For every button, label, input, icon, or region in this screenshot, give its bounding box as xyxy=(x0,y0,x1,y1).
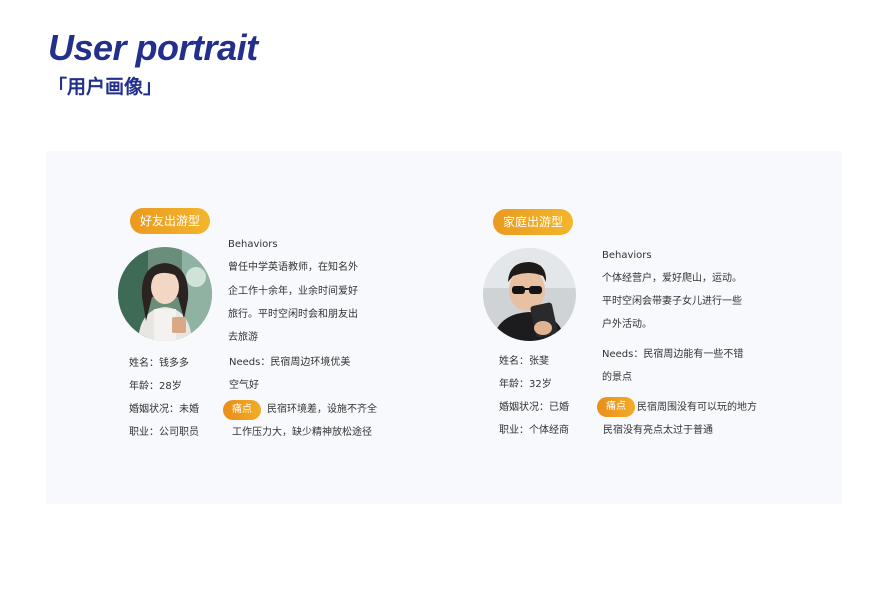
needs-line: Needs：民宿周边能有一些不错 xyxy=(602,349,744,360)
behaviors-line: 个体经营户，爱好爬山，运动。 xyxy=(602,273,742,284)
persona-age: 年龄：28岁 xyxy=(129,381,182,392)
page-title: User portrait xyxy=(48,27,258,68)
pain-point-badge: 痛点 xyxy=(597,397,635,417)
avatar xyxy=(483,248,576,341)
behaviors-line: 旅行。平时空闲时会和朋友出 xyxy=(228,309,358,320)
needs-line: Needs：民宿周边环境优美 xyxy=(229,357,351,368)
pain-point-badge: 痛点 xyxy=(223,400,261,420)
persona-age: 年龄：32岁 xyxy=(499,379,552,390)
behaviors-label: Behaviors xyxy=(228,239,278,250)
persona-tag: 好友出游型 xyxy=(130,208,211,234)
man-sunglasses-photo xyxy=(483,248,576,341)
persona-name: 姓名：张斐 xyxy=(499,356,549,367)
persona-job: 职业：个体经商 xyxy=(499,425,569,436)
persona-name: 姓名：钱多多 xyxy=(129,358,189,369)
pain-line: 民宿环境差，设施不齐全 xyxy=(267,404,377,415)
persona-tag: 家庭出游型 xyxy=(493,209,574,235)
young-woman-photo xyxy=(118,247,212,341)
pain-line: 民宿周围没有可以玩的地方 xyxy=(637,402,757,413)
pain-line: 民宿没有亮点太过于普通 xyxy=(603,425,713,436)
needs-line: 的景点 xyxy=(602,372,632,383)
behaviors-line: 去旅游 xyxy=(228,332,258,343)
avatar xyxy=(118,247,212,341)
persona-panel: 好友出游型 Behaviors 曾任中学英语教师，在知名外 企工作十余年，业余时… xyxy=(46,151,842,504)
persona-marital: 婚姻状况：已婚 xyxy=(499,402,569,413)
behaviors-line: 曾任中学英语教师，在知名外 xyxy=(228,262,358,273)
behaviors-line: 户外活动。 xyxy=(602,319,652,330)
pain-line: 工作压力大，缺少精神放松途径 xyxy=(232,427,372,438)
page-subtitle: 「用户画像」 xyxy=(48,76,163,98)
behaviors-line: 平时空闲会带妻子女儿进行一些 xyxy=(602,296,742,307)
behaviors-line: 企工作十余年，业余时间爱好 xyxy=(228,286,358,297)
needs-line: 空气好 xyxy=(229,380,259,391)
persona-job: 职业：公司职员 xyxy=(129,427,199,438)
behaviors-label: Behaviors xyxy=(602,250,652,261)
persona-marital: 婚姻状况：未婚 xyxy=(129,404,199,415)
